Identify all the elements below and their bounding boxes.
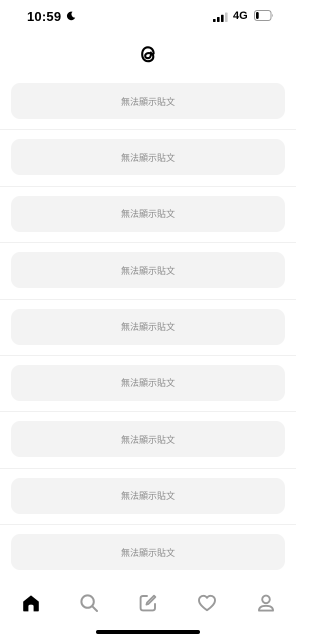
network-type: 4G xyxy=(233,10,248,22)
list-item: 無法顯示貼文 xyxy=(0,525,296,581)
post-unavailable-text: 無法顯示貼文 xyxy=(120,323,175,334)
list-item: 無法顯示貼文 xyxy=(0,469,296,526)
post-unavailable-text: 無法顯示貼文 xyxy=(120,548,175,559)
cellular-signal-icon xyxy=(213,12,228,22)
heart-icon xyxy=(198,594,216,612)
unavailable-post-card[interactable]: 無法顯示貼文 xyxy=(11,139,285,176)
unavailable-post-card[interactable]: 無法顯示貼文 xyxy=(11,477,285,514)
list-item: 無法顯示貼文 xyxy=(0,130,296,187)
tab-bar xyxy=(0,584,296,620)
unavailable-post-card[interactable]: 無法顯示貼文 xyxy=(11,364,285,401)
tab-profile[interactable] xyxy=(251,588,281,618)
threads-logo-icon[interactable] xyxy=(137,42,159,66)
feed[interactable]: 無法顯示貼文 無法顯示貼文 無法顯示貼文 無法顯示貼文 無法顯示貼文 無法顯示貼… xyxy=(0,74,296,584)
post-unavailable-text: 無法顯示貼文 xyxy=(120,379,175,390)
unavailable-post-card[interactable]: 無法顯示貼文 xyxy=(11,83,285,119)
tab-activity[interactable] xyxy=(192,588,222,618)
home-icon xyxy=(23,595,39,612)
moon-icon xyxy=(66,11,76,21)
tab-search[interactable] xyxy=(74,588,104,618)
list-item: 無法顯示貼文 xyxy=(0,243,296,300)
profile-icon xyxy=(258,594,274,612)
post-unavailable-text: 無法顯示貼文 xyxy=(120,266,175,277)
post-unavailable-text: 無法顯示貼文 xyxy=(120,492,175,503)
unavailable-post-card[interactable]: 無法顯示貼文 xyxy=(11,308,285,345)
compose-icon xyxy=(139,594,157,612)
unavailable-post-card[interactable]: 無法顯示貼文 xyxy=(11,534,285,571)
list-item: 無法顯示貼文 xyxy=(0,300,296,356)
post-unavailable-text: 無法顯示貼文 xyxy=(120,97,175,108)
search-icon xyxy=(80,594,98,612)
tab-compose[interactable] xyxy=(133,588,163,618)
list-item: 無法顯示貼文 xyxy=(0,74,296,131)
status-time: 10:59 xyxy=(27,9,62,24)
unavailable-post-card[interactable]: 無法顯示貼文 xyxy=(11,252,285,289)
list-item: 無法顯示貼文 xyxy=(0,412,296,469)
post-unavailable-text: 無法顯示貼文 xyxy=(120,435,175,446)
list-item: 無法顯示貼文 xyxy=(0,356,296,413)
unavailable-post-card[interactable]: 無法顯示貼文 xyxy=(11,195,285,232)
status-bar: 10:59 4G xyxy=(0,0,296,34)
post-unavailable-text: 無法顯示貼文 xyxy=(120,210,175,221)
battery-icon xyxy=(254,10,273,21)
tab-home[interactable] xyxy=(16,588,46,618)
home-indicator[interactable] xyxy=(96,630,200,634)
list-item: 無法顯示貼文 xyxy=(0,187,296,244)
unavailable-post-card[interactable]: 無法顯示貼文 xyxy=(11,421,285,458)
post-unavailable-text: 無法顯示貼文 xyxy=(120,153,175,164)
